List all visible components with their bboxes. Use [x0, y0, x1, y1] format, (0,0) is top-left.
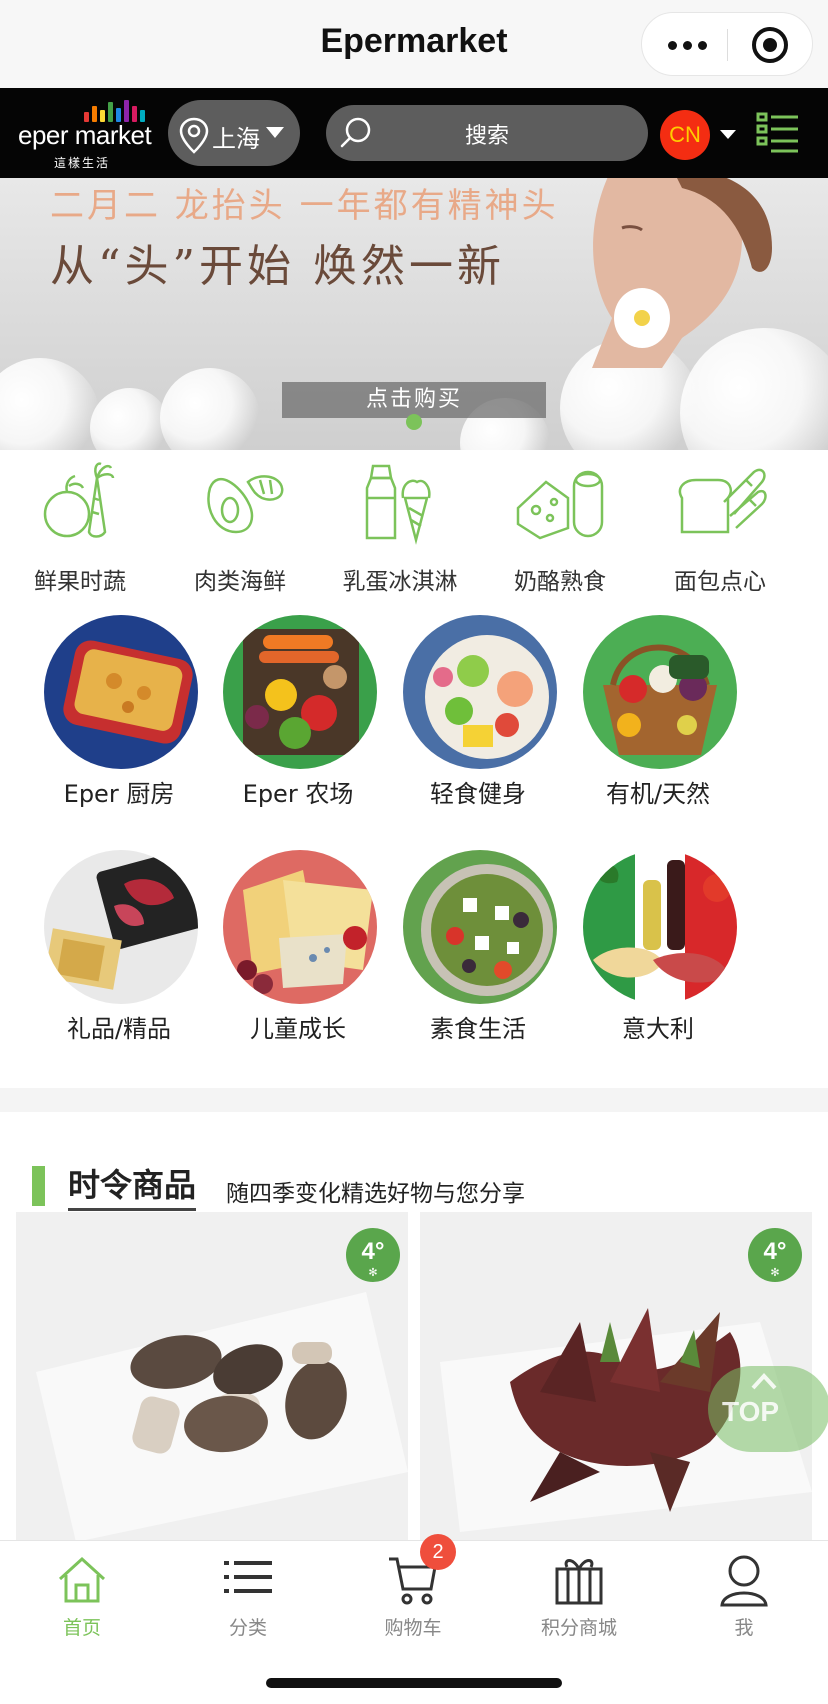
top-label: TOP	[722, 1396, 780, 1427]
temperature-label: 4°	[763, 1238, 787, 1265]
tile-gifts-boutique[interactable]: 礼品/精品	[21, 845, 217, 1055]
banner-headline-1: 二月二 龙抬头 一年都有精神头	[50, 186, 559, 226]
tile-light-fitness[interactable]: 轻食健身	[380, 610, 576, 820]
capsule-separator	[727, 29, 728, 61]
tile-label: 儿童成长	[250, 1015, 346, 1043]
tile-eper-kitchen[interactable]: Eper 厨房	[21, 610, 217, 820]
snowflake-icon: ✻	[770, 1266, 780, 1279]
tab-cart[interactable]: 购物车	[353, 1551, 473, 1651]
tile-image	[403, 850, 557, 1004]
title-bar: Epermarket	[0, 0, 828, 88]
home-icon	[58, 1556, 106, 1603]
more-options-icon[interactable]	[666, 33, 710, 57]
tile-image	[223, 615, 377, 769]
user-icon	[720, 1555, 768, 1607]
tile-label: 有机/天然	[605, 780, 711, 808]
tile-image	[223, 850, 377, 1004]
temperature-label: 4°	[361, 1238, 385, 1265]
tile-label: Eper 厨房	[63, 780, 175, 808]
tile-image	[583, 615, 737, 769]
banner-headline-2: 从“头”开始 焕然一新	[50, 241, 505, 292]
language-dropdown-icon[interactable]	[720, 130, 736, 139]
category-label: 鲜果时蔬	[34, 569, 126, 595]
chilled-badge: 4° ✻	[346, 1228, 400, 1282]
section-title: 时令商品	[68, 1160, 197, 1211]
dairy-icecream-icon	[365, 464, 431, 545]
bread-icon	[678, 468, 767, 534]
chilled-badge: 4° ✻	[748, 1228, 802, 1282]
logo-text: eper market	[18, 120, 152, 150]
top-header: eper market 這樣生活 上海 搜索 CN	[0, 88, 828, 178]
section-subtitle: 随四季变化精选好物与您分享	[226, 1181, 525, 1207]
capsule-menu	[641, 12, 813, 76]
close-miniprogram-icon[interactable]	[752, 27, 788, 63]
tile-label: 素食生活	[430, 1015, 526, 1043]
search-placeholder: 搜索	[464, 124, 509, 149]
language-switch[interactable]: CN	[660, 110, 710, 160]
tile-label: 意大利	[622, 1015, 694, 1043]
buy-now-button[interactable]: 点击购买	[282, 382, 546, 418]
fruit-vegetable-icon	[43, 462, 115, 538]
tab-label: 购物车	[384, 1617, 442, 1639]
tab-points-mall[interactable]: 积分商城	[519, 1551, 639, 1651]
tile-vegetarian-living[interactable]: 素食生活	[380, 845, 576, 1055]
category-label: 乳蛋冰淇淋	[342, 569, 458, 595]
menu-list-icon[interactable]	[756, 112, 800, 154]
tile-label: Eper 农场	[242, 780, 354, 808]
promo-banner[interactable]: 二月二 龙抬头 一年都有精神头 从“头”开始 焕然一新 点击购买	[0, 178, 828, 450]
tab-label: 积分商城	[540, 1617, 617, 1639]
category-bread[interactable]: 面包点心	[640, 458, 800, 598]
logo-bars	[84, 98, 154, 122]
cheese-deli-icon	[516, 470, 604, 540]
category-meat-seafood[interactable]: 肉类海鲜	[160, 458, 320, 598]
tile-image	[403, 615, 557, 769]
tile-italy[interactable]: 意大利	[560, 845, 756, 1055]
scroll-to-top-button[interactable]: TOP	[708, 1366, 828, 1452]
category-label: 面包点心	[674, 569, 766, 595]
feature-grid: Eper 厨房 Eper 农场 轻食健身 有机/天然 礼品/精品 儿童成长 素食…	[0, 610, 828, 1050]
epermarket-logo[interactable]: eper market 這樣生活	[18, 96, 152, 172]
tab-label: 分类	[228, 1617, 267, 1639]
tile-organic-natural[interactable]: 有机/天然	[560, 610, 756, 820]
category-row: 鲜果时蔬 肉类海鲜 乳蛋冰淇淋 奶酪熟食 面包点心	[0, 450, 828, 600]
tile-label: 礼品/精品	[66, 1015, 172, 1043]
meat-seafood-icon	[207, 475, 284, 534]
tab-category[interactable]: 分类	[188, 1551, 308, 1651]
section-divider	[0, 1088, 828, 1112]
tab-label: 首页	[62, 1617, 101, 1639]
tile-image	[583, 850, 737, 1004]
category-fruit-vegetable[interactable]: 鲜果时蔬	[0, 458, 160, 598]
list-icon	[224, 1561, 272, 1593]
location-selector[interactable]: 上海	[168, 100, 300, 166]
category-label: 肉类海鲜	[194, 569, 286, 595]
chevron-up-icon	[751, 1373, 777, 1390]
location-label: 上海	[212, 125, 260, 153]
cart-count-badge: 2	[420, 1534, 456, 1570]
search-bar[interactable]: 搜索	[326, 105, 648, 161]
tile-label: 轻食健身	[430, 780, 526, 808]
tile-image	[44, 615, 198, 769]
tab-label: 我	[734, 1617, 754, 1639]
location-pin-icon	[179, 117, 209, 154]
home-indicator[interactable]	[266, 1678, 562, 1688]
seasonal-section-header: 时令商品 随四季变化精选好物与您分享	[0, 1160, 828, 1211]
chevron-down-icon	[266, 127, 284, 138]
category-label: 奶酪熟食	[514, 569, 606, 595]
tile-kids-growth[interactable]: 儿童成长	[200, 845, 396, 1055]
model-portrait-image	[592, 178, 772, 368]
logo-subtitle: 這樣生活	[54, 156, 111, 170]
tab-home[interactable]: 首页	[22, 1551, 142, 1651]
snowflake-icon: ✻	[368, 1266, 378, 1279]
tile-image	[44, 850, 198, 1004]
product-card[interactable]: 4° ✻	[16, 1212, 408, 1542]
carousel-indicator	[406, 414, 422, 430]
category-dairy-icecream[interactable]: 乳蛋冰淇淋	[320, 458, 480, 598]
section-accent-bar	[32, 1166, 45, 1206]
tab-me[interactable]: 我	[684, 1551, 804, 1651]
tile-eper-farm[interactable]: Eper 农场	[200, 610, 396, 820]
gift-icon	[555, 1559, 603, 1605]
category-cheese-deli[interactable]: 奶酪熟食	[480, 458, 640, 598]
